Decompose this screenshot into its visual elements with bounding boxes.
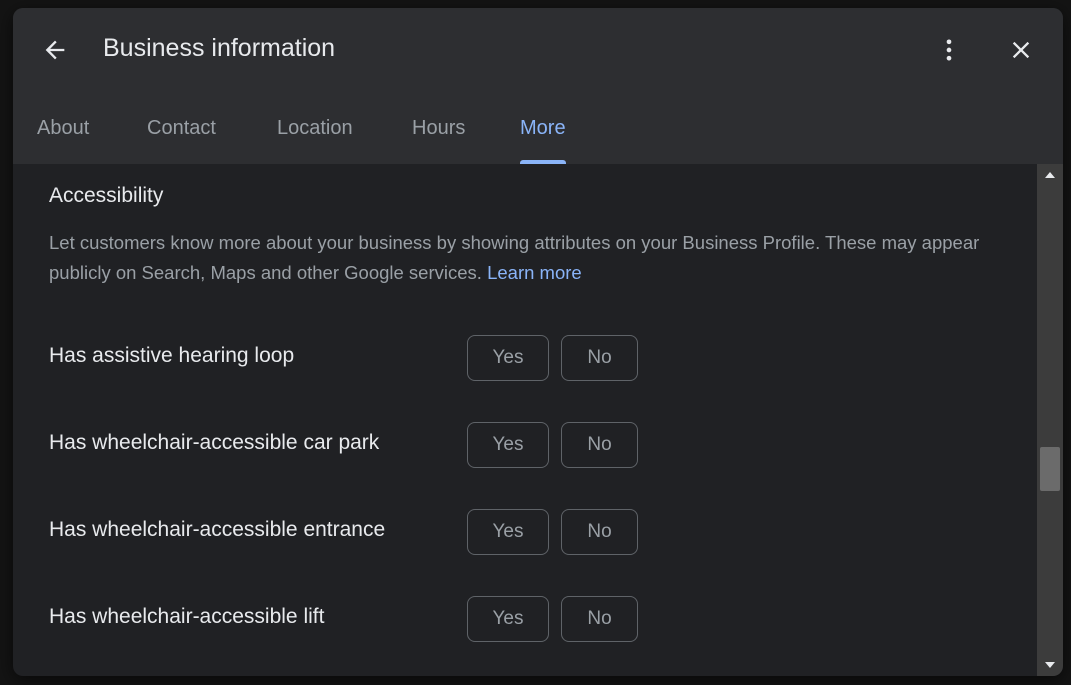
section-title: Accessibility xyxy=(49,184,164,207)
content-scroll-area[interactable]: Accessibility Let customers know more ab… xyxy=(13,164,1037,676)
yes-button[interactable]: Yes xyxy=(467,335,549,381)
no-button[interactable]: No xyxy=(561,509,638,555)
triangle-up-icon xyxy=(1045,172,1055,178)
no-button[interactable]: No xyxy=(561,596,638,642)
attribute-label: Has wheelchair-accessible entrance xyxy=(49,518,386,541)
arrow-back-icon xyxy=(45,40,65,60)
section-description: Let customers know more about your busin… xyxy=(49,228,989,288)
yes-button[interactable]: Yes xyxy=(467,422,549,468)
back-button[interactable] xyxy=(35,30,75,70)
scrollbar-thumb[interactable] xyxy=(1040,447,1060,491)
no-button[interactable]: No xyxy=(561,335,638,381)
attribute-label: Has wheelchair-accessible car park xyxy=(49,431,380,454)
attribute-row: Has wheelchair-accessible entrance Yes N… xyxy=(49,509,689,557)
tab-contact[interactable]: Contact xyxy=(147,104,216,164)
attribute-label: Has wheelchair-accessible lift xyxy=(49,605,325,628)
yes-button[interactable]: Yes xyxy=(467,596,549,642)
attribute-row: Has assistive hearing loop Yes No xyxy=(49,335,689,383)
yes-button[interactable]: Yes xyxy=(467,509,549,555)
more-vert-icon xyxy=(946,39,952,61)
tab-hours[interactable]: Hours xyxy=(412,104,465,164)
tab-location[interactable]: Location xyxy=(277,104,353,164)
learn-more-link[interactable]: Learn more xyxy=(487,262,582,283)
attribute-label: Has assistive hearing loop xyxy=(49,344,295,367)
scroll-up-button[interactable] xyxy=(1037,164,1063,186)
tab-more[interactable]: More xyxy=(520,104,566,164)
dialog-header: Business information About Contact Locat… xyxy=(13,8,1063,164)
close-icon xyxy=(1012,41,1030,59)
business-information-dialog: Business information About Contact Locat… xyxy=(13,8,1063,676)
triangle-down-icon xyxy=(1045,662,1055,668)
attribute-row: Has wheelchair-accessible car park Yes N… xyxy=(49,422,689,470)
vertical-scrollbar[interactable] xyxy=(1037,164,1063,676)
tab-bar: About Contact Location Hours More xyxy=(13,104,1063,164)
tab-about[interactable]: About xyxy=(37,104,89,164)
close-button[interactable] xyxy=(1001,30,1041,70)
dialog-title: Business information xyxy=(103,34,336,62)
scroll-down-button[interactable] xyxy=(1037,654,1063,676)
more-options-button[interactable] xyxy=(929,30,969,70)
no-button[interactable]: No xyxy=(561,422,638,468)
attribute-row: Has wheelchair-accessible lift Yes No xyxy=(49,596,689,644)
